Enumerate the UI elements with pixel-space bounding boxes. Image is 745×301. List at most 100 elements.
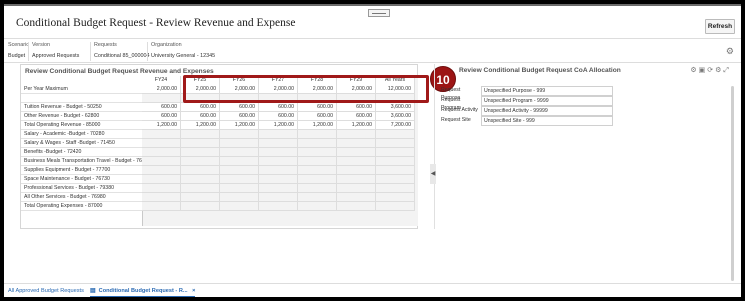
grid-cell[interactable] — [337, 148, 376, 157]
pov-scenario[interactable]: Scenario Budget — [8, 42, 29, 59]
filter-icon[interactable]: ⚙ — [690, 67, 698, 74]
grid-cell[interactable] — [376, 175, 415, 184]
grid-cell[interactable]: 600.00 — [142, 112, 181, 121]
grid-cell[interactable]: 600.00 — [181, 103, 220, 112]
grid-cell[interactable] — [298, 193, 337, 202]
grid-cell[interactable] — [142, 130, 181, 139]
grid-cell[interactable] — [181, 184, 220, 193]
grid-cell[interactable] — [337, 175, 376, 184]
grid-cell[interactable] — [220, 148, 259, 157]
grid-cell[interactable]: 1,200.00 — [298, 121, 337, 130]
close-icon[interactable]: × — [192, 288, 195, 294]
grid-cell[interactable]: 600.00 — [259, 112, 298, 121]
grid-cell[interactable] — [376, 166, 415, 175]
grid-cell[interactable] — [220, 184, 259, 193]
grid-cell[interactable]: 600.00 — [337, 103, 376, 112]
grid-cell[interactable]: 1,200.00 — [337, 121, 376, 130]
grid-cell[interactable] — [337, 202, 376, 211]
grid-cell[interactable] — [181, 148, 220, 157]
gear-icon[interactable]: ⚙ — [726, 46, 734, 57]
grid-cell[interactable]: 1,200.00 — [259, 121, 298, 130]
attribute-value-field[interactable]: Unspecified Purpose - 999 — [481, 86, 613, 96]
grid-cell[interactable] — [220, 193, 259, 202]
grid-cell[interactable] — [259, 130, 298, 139]
grid-cell[interactable] — [298, 139, 337, 148]
grid-cell[interactable] — [220, 130, 259, 139]
pov-organization[interactable]: Organization University General - 12345 — [151, 42, 215, 59]
grid-cell[interactable] — [181, 175, 220, 184]
grid-cell[interactable]: 600.00 — [259, 103, 298, 112]
grid-cell[interactable]: 600.00 — [220, 103, 259, 112]
grid-cell[interactable] — [298, 157, 337, 166]
grid-cell[interactable] — [376, 193, 415, 202]
grid-cell[interactable]: 2,000.00 — [142, 85, 181, 94]
grid-cell[interactable] — [142, 202, 181, 211]
grid-cell[interactable] — [142, 193, 181, 202]
refresh-button[interactable]: Refresh — [705, 19, 735, 34]
grid-cell[interactable] — [298, 148, 337, 157]
grid-cell[interactable]: 600.00 — [142, 103, 181, 112]
grid-cell[interactable] — [337, 184, 376, 193]
save-icon[interactable]: ▣ — [699, 67, 708, 74]
grid-cell[interactable] — [142, 148, 181, 157]
grid-cell[interactable]: 1,200.00 — [142, 121, 181, 130]
grid-cell[interactable] — [259, 166, 298, 175]
grid-cell[interactable] — [298, 202, 337, 211]
grid-cell[interactable]: 3,600.00 — [376, 103, 415, 112]
grid-cell[interactable] — [337, 157, 376, 166]
grid-cell[interactable] — [298, 175, 337, 184]
grid-cell[interactable] — [259, 193, 298, 202]
grid-cell[interactable] — [259, 148, 298, 157]
attribute-value-field[interactable]: Unspecified Activity - 99999 — [481, 106, 613, 116]
grid-cell[interactable] — [337, 130, 376, 139]
grid-cell[interactable] — [142, 139, 181, 148]
grid-cell[interactable] — [376, 148, 415, 157]
grid-cell[interactable] — [337, 139, 376, 148]
grid-cell[interactable] — [181, 193, 220, 202]
grid-cell[interactable] — [142, 94, 181, 103]
pov-requests[interactable]: Requests Conditional 85_000004 — [94, 42, 149, 59]
grid-cell[interactable] — [142, 157, 181, 166]
pov-version[interactable]: Version Approved Requests — [32, 42, 79, 59]
tab-conditional-budget-request[interactable]: ▤ Conditional Budget Request - R... × — [90, 286, 196, 297]
refresh-icon[interactable]: ⟳ — [707, 67, 715, 74]
grid-cell[interactable] — [142, 166, 181, 175]
maximize-icon[interactable]: ⤢ — [723, 67, 731, 74]
grid-cell[interactable] — [259, 184, 298, 193]
collapse-left-icon[interactable]: ◀ — [430, 164, 436, 184]
grid-cell[interactable] — [259, 139, 298, 148]
grid-cell[interactable] — [259, 157, 298, 166]
grid-cell[interactable] — [376, 184, 415, 193]
grid-cell[interactable] — [259, 175, 298, 184]
attribute-value-field[interactable]: Unspecified Program - 9999 — [481, 96, 613, 106]
grid-cell[interactable] — [142, 175, 181, 184]
grid-cell[interactable]: 1,200.00 — [181, 121, 220, 130]
grid-cell[interactable]: 1,200.00 — [220, 121, 259, 130]
grid-cell[interactable] — [298, 166, 337, 175]
grid-cell[interactable] — [376, 130, 415, 139]
grid-cell[interactable]: 600.00 — [337, 112, 376, 121]
grid-cell[interactable]: 7,200.00 — [376, 121, 415, 130]
grid-cell[interactable] — [181, 166, 220, 175]
attribute-value-field[interactable]: Unspecified Site - 999 — [481, 116, 613, 126]
grid-cell[interactable] — [220, 166, 259, 175]
drag-grip[interactable] — [368, 9, 390, 17]
grid-cell[interactable] — [181, 130, 220, 139]
grid-cell[interactable] — [259, 202, 298, 211]
grid-cell[interactable] — [376, 202, 415, 211]
grid-cell[interactable]: 600.00 — [181, 112, 220, 121]
grid-cell[interactable] — [220, 139, 259, 148]
grid-cell[interactable] — [376, 157, 415, 166]
grid-cell[interactable] — [376, 139, 415, 148]
scrollbar[interactable] — [731, 86, 734, 281]
grid-cell[interactable]: 600.00 — [220, 112, 259, 121]
tab-all-approved-budget-requests[interactable]: All Approved Budget Requests — [8, 286, 84, 296]
grid-cell[interactable] — [181, 202, 220, 211]
grid-cell[interactable] — [181, 157, 220, 166]
grid-cell[interactable]: 600.00 — [298, 112, 337, 121]
grid-cell[interactable] — [337, 166, 376, 175]
grid-cell[interactable] — [181, 139, 220, 148]
grid-cell[interactable]: 600.00 — [298, 103, 337, 112]
grid-cell[interactable] — [337, 193, 376, 202]
grid-cell[interactable] — [142, 184, 181, 193]
